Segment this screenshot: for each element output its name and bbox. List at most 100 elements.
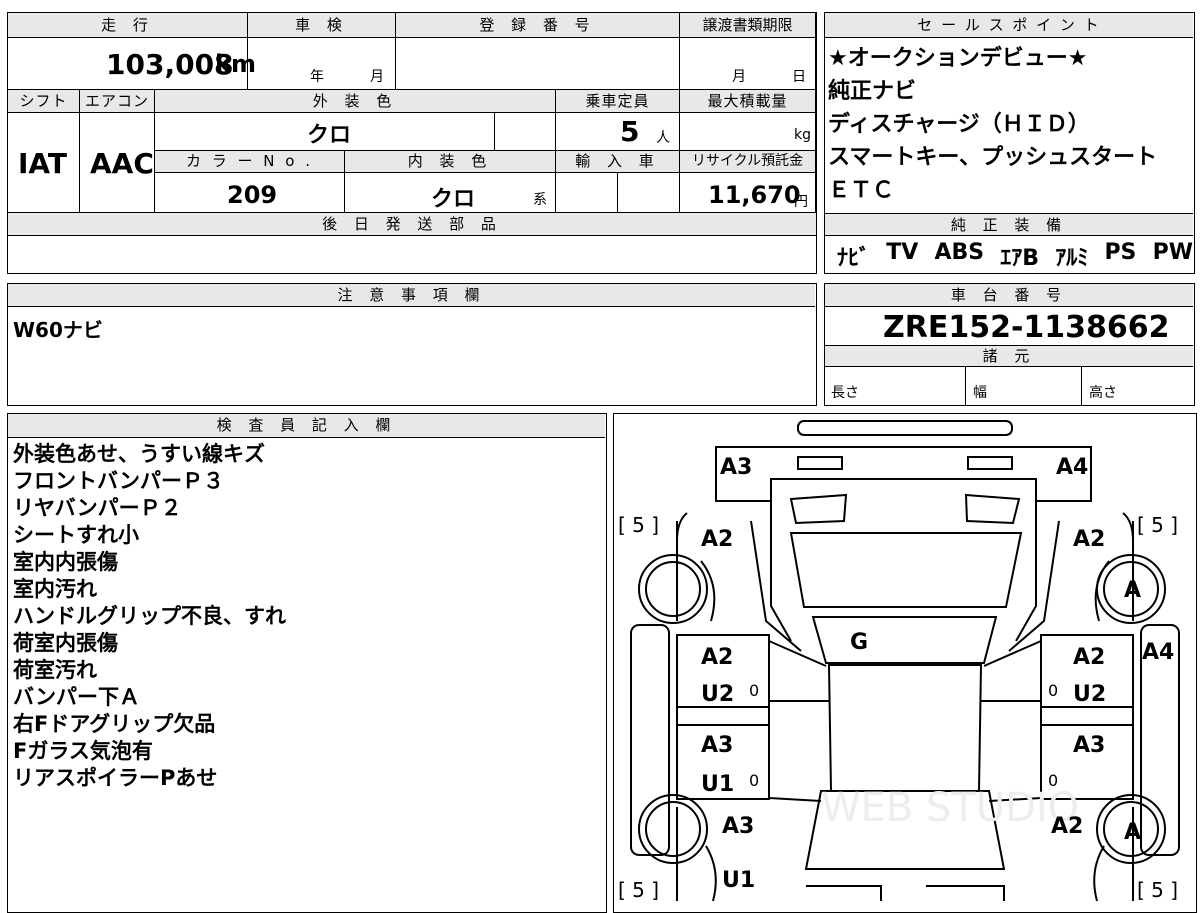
equipment-item: PW (1152, 240, 1193, 265)
notes-text: W60ナビ (13, 318, 103, 342)
wheel-front-left (638, 794, 708, 864)
zero-mark: 0 (749, 681, 759, 700)
later-parts-cell (8, 236, 816, 272)
car-outline-door (1040, 706, 1134, 726)
inspector-note: 外装色あせ、うすい線キズ (13, 442, 265, 466)
inspector-note: 室内内張傷 (13, 550, 118, 574)
mark-door-left-1: A2 (701, 645, 733, 670)
recycle-unit: 円 (794, 194, 808, 210)
spec-divider (1081, 367, 1082, 405)
genuine-equipment-row: ﾅﾋﾞ TV ABS ｴｱB ｱﾙﾐ PS PW (837, 240, 1193, 271)
mark-door-left-2: U2 (701, 682, 734, 707)
sales-points-list: ★オークションデビュー★ 純正ナビ ディスチャージ（ＨＩＤ） スマートキー、プッ… (828, 42, 1190, 207)
tire-label-right-top: [ 5 ] (1137, 513, 1178, 537)
car-outline-door (676, 706, 770, 726)
car-outline-bracket (676, 512, 1134, 542)
inspector-header: 検 査 員 記 入 欄 (8, 414, 605, 438)
car-outline-pillar (630, 624, 670, 856)
mark-wheel-rear-right: A (1124, 578, 1141, 603)
shift-header: シフト (8, 90, 80, 113)
zero-mark: 0 (1048, 771, 1058, 790)
inspector-note: 荷室汚れ (13, 658, 97, 682)
recycle-header: リサイクル預託金 (680, 151, 816, 173)
zero-mark: 0 (749, 771, 759, 790)
mark-door-left-3: A3 (701, 733, 733, 758)
inspector-note: Fガラス気泡有 (13, 739, 153, 763)
mark-fender-right: A2 (1073, 527, 1105, 552)
car-outline-side (750, 520, 1060, 652)
sales-point-item: ディスチャージ（ＨＩＤ） (828, 112, 1090, 137)
mark-door-right-2: U2 (1073, 682, 1106, 707)
exterior-color-cell: クロ (155, 113, 495, 151)
mark-wheel-front-right: A (1124, 820, 1141, 845)
deadline-month-label: 月 (732, 69, 746, 85)
equipment-item: ｴｱB (1000, 246, 1040, 271)
car-outline-light (797, 456, 843, 470)
mark-quarter-right: A2 (1051, 814, 1083, 839)
equipment-item: ABS (934, 240, 985, 265)
tire-label-left-bottom: [ 5 ] (618, 878, 659, 902)
tire-label-right-bottom: [ 5 ] (1137, 878, 1178, 902)
mileage-cell: 103,008 km (8, 38, 256, 90)
chassis-box: 車 台 番 号 ZRE152-1138662 諸 元 長さ 幅 高さ (824, 283, 1195, 406)
inspector-note: ハンドルグリップ不良、すれ (13, 604, 286, 628)
zero-mark: 0 (1048, 681, 1058, 700)
color-no-value: 209 (227, 181, 278, 209)
inspector-box: 検 査 員 記 入 欄 外装色あせ、うすい線キズ フロントバンパーＰ３ リヤバン… (7, 413, 607, 913)
deadline-cell: 月 日 (680, 38, 816, 90)
specs-header: 諸 元 (825, 345, 1193, 367)
inspector-notes-list: 外装色あせ、うすい線キズ フロントバンパーＰ３ リヤバンパーＰ２ シートすれ小 … (13, 441, 286, 792)
car-outline-front (806, 885, 1005, 901)
equipment-item: PS (1104, 240, 1137, 265)
shaken-year-label: 年 (310, 69, 324, 85)
shift-value: IAT (18, 147, 68, 180)
interior-color-cell: クロ 系 (345, 173, 556, 213)
mark-rear-left: A3 (720, 455, 752, 480)
interior-color-header: 内 装 色 (345, 151, 556, 173)
max-load-header: 最大積載量 (680, 90, 816, 113)
equipment-item: TV (886, 240, 919, 265)
mark-quarter-left: A3 (722, 814, 754, 839)
interior-color-suffix: 系 (533, 192, 547, 208)
car-outline-door (768, 640, 829, 802)
inspector-note: 荷室内張傷 (13, 631, 118, 655)
wheel-front-left-inner (645, 801, 701, 857)
sales-point-item: ＥＴＣ (828, 178, 895, 203)
car-outline-rear-glass (789, 493, 848, 525)
recycle-value: 11,670 (708, 181, 801, 209)
car-diagram-box: WEB STUDIO [ 5 ] [ 5 ] [ 5 ] [ 5 ] A3 A4… (613, 413, 1197, 913)
mark-front-left: U1 (722, 868, 755, 893)
sales-points-box: セ ー ル ス ポ イ ン ト ★オークションデビュー★ 純正ナビ ディスチャー… (824, 12, 1195, 274)
registration-header: 登 録 番 号 (396, 13, 680, 38)
car-outline-fender (676, 521, 1134, 901)
import-header: 輸 入 車 (556, 151, 680, 173)
exterior-color-header: 外 装 色 (155, 90, 556, 113)
capacity-unit: 人 (656, 130, 670, 146)
car-outline-spoiler (797, 420, 1013, 436)
sales-point-item: ★オークションデビュー★ (828, 46, 1088, 71)
shaken-cell: 年 月 (248, 38, 396, 90)
shift-cell: IAT (8, 113, 80, 213)
exterior-color-value: クロ (307, 123, 352, 148)
mileage-header: 走 行 (8, 13, 248, 38)
spec-height: 高さ (1089, 385, 1117, 401)
mark-door-right-1: A2 (1073, 645, 1105, 670)
mark-rear-right: A4 (1056, 455, 1088, 480)
aircon-cell: AAC (80, 113, 155, 213)
car-outline-door (981, 640, 1042, 802)
mark-pillar-right: A4 (1142, 640, 1174, 665)
mark-door-right-3: A3 (1073, 733, 1105, 758)
inspector-note: リヤバンパーＰ２ (13, 496, 182, 520)
tire-label-left-top: [ 5 ] (618, 513, 659, 537)
chassis-header: 車 台 番 号 (825, 284, 1193, 307)
car-outline-fender (705, 845, 1105, 902)
spec-width: 幅 (973, 385, 987, 401)
inspector-note: 右Fドアグリップ欠品 (13, 712, 216, 736)
inspector-note: リアスポイラーPあせ (13, 766, 218, 790)
shaken-header: 車 検 (248, 13, 396, 38)
mark-glass: G (850, 630, 868, 655)
import-cell-2 (618, 173, 680, 213)
shaken-month-label: 月 (370, 69, 384, 85)
max-load-unit: kg (794, 127, 811, 143)
spec-length: 長さ (831, 385, 859, 401)
